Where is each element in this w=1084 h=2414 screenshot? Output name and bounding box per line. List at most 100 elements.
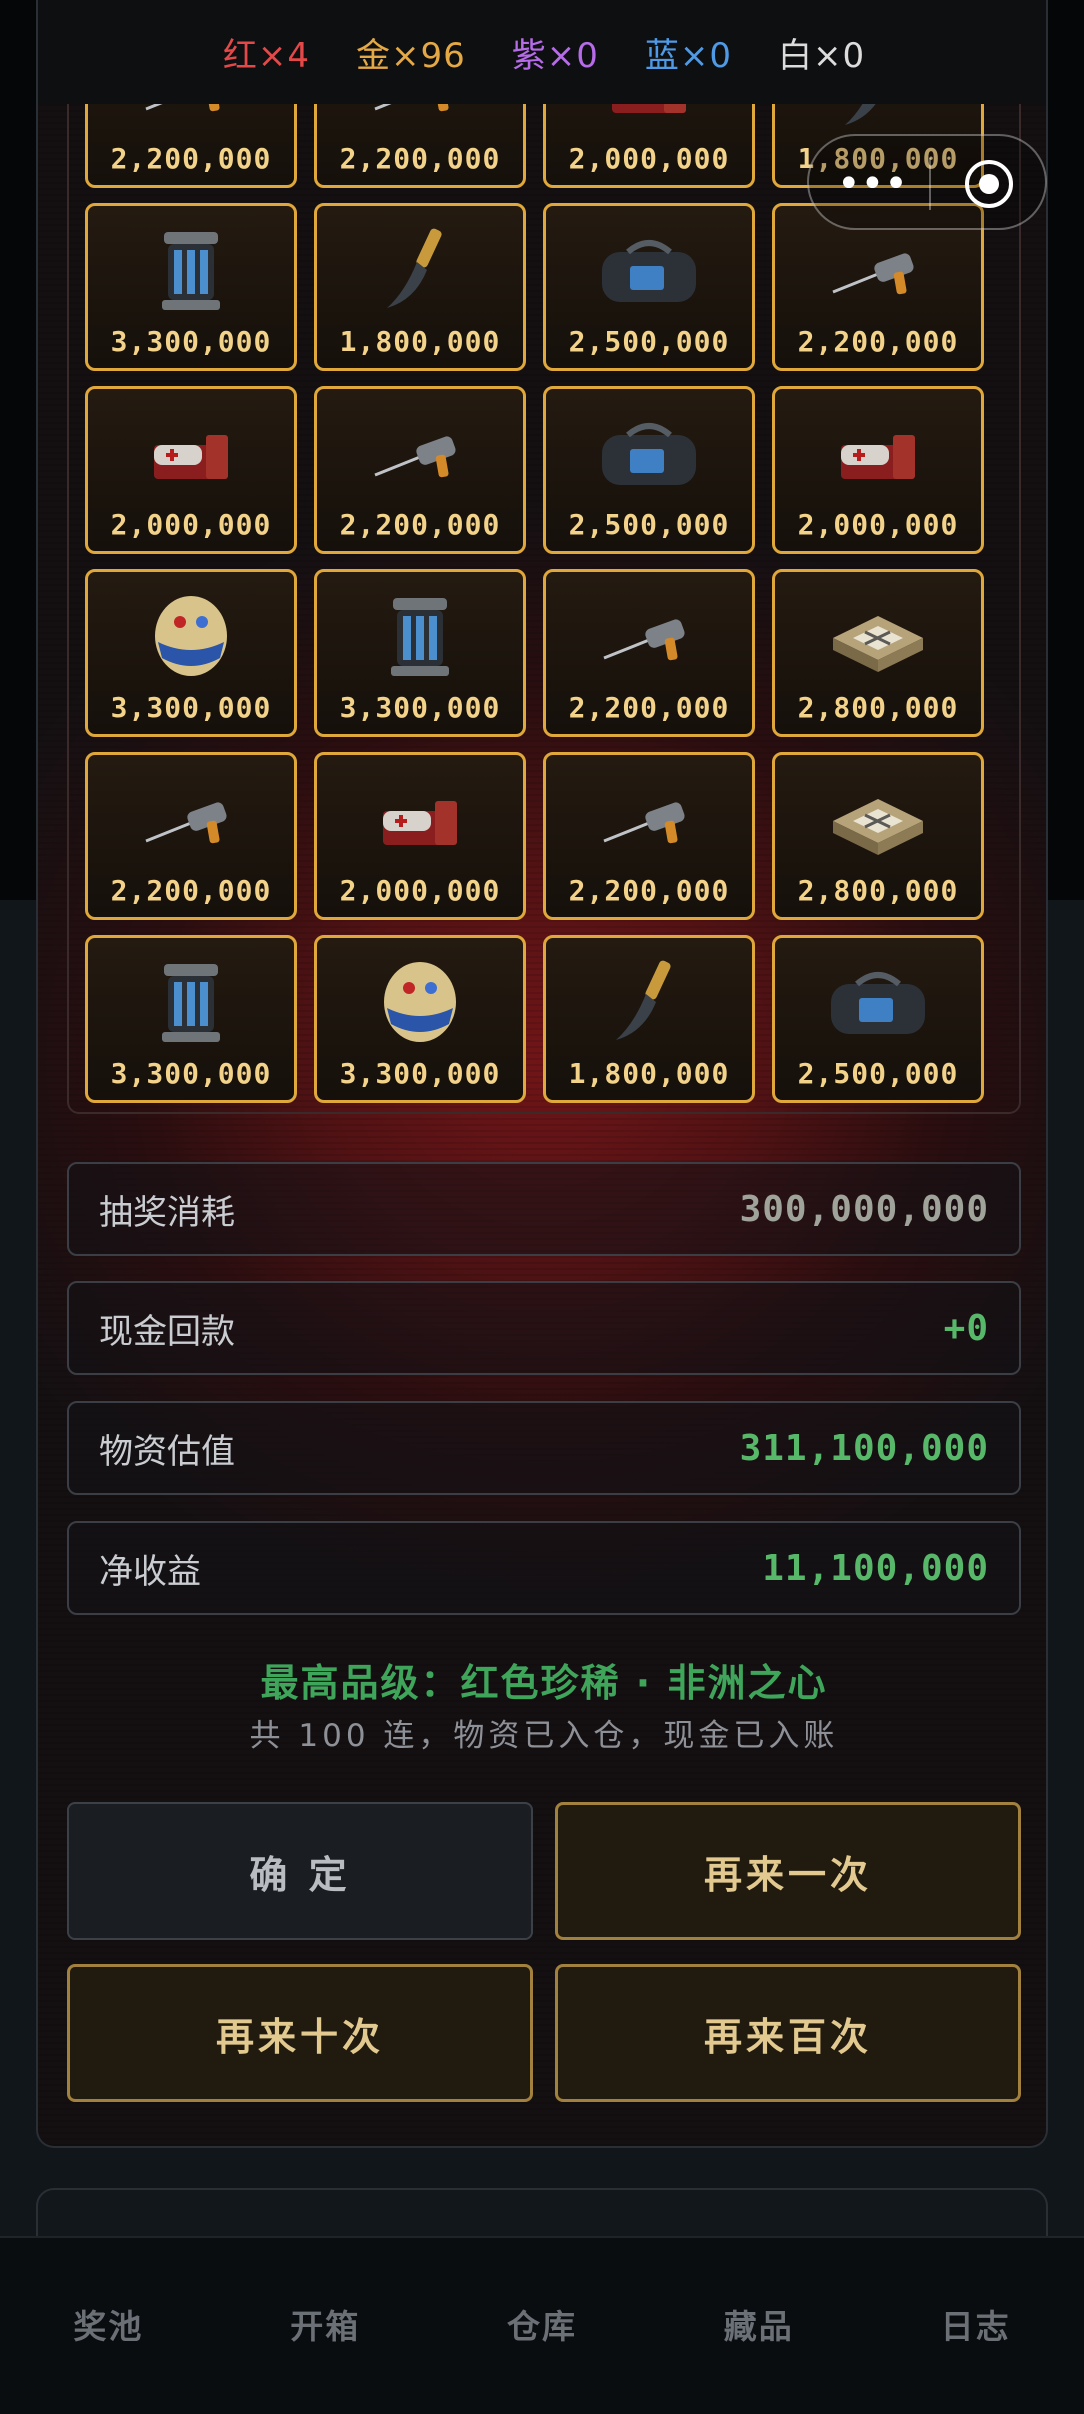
item-price: 1,800,000 <box>339 325 501 358</box>
drill-icon <box>136 104 246 135</box>
result-item-card[interactable]: 2,000,000 <box>314 752 526 920</box>
result-item-card[interactable]: 2,000,000 <box>772 386 984 554</box>
drill-icon <box>136 771 246 867</box>
result-item-card[interactable]: 2,500,000 <box>772 935 984 1103</box>
tab-open-box[interactable]: 开箱 <box>217 2238 434 2414</box>
item-price: 2,200,000 <box>797 325 959 358</box>
draw-again-hundred-button[interactable]: 再来百次 <box>555 1964 1021 2102</box>
duffel-bag-icon <box>594 405 704 501</box>
tab-log[interactable]: 日志 <box>867 2238 1084 2414</box>
drill-icon <box>594 588 704 684</box>
result-item-card[interactable]: 2,500,000 <box>543 203 755 371</box>
draw-again-ten-button[interactable]: 再来十次 <box>67 1964 533 2102</box>
tab-prize-pool[interactable]: 奖池 <box>0 2238 217 2414</box>
item-price: 2,200,000 <box>110 142 272 175</box>
result-item-card[interactable]: 2,000,000 <box>85 386 297 554</box>
duffel-bag-icon <box>823 954 933 1050</box>
knife-icon <box>365 222 475 318</box>
stat-cash-return: 现金回款 +0 <box>67 1281 1021 1375</box>
drill-icon <box>365 405 475 501</box>
stat-label: 物资估值 <box>99 1431 235 1472</box>
miniprogram-capsule: ••• <box>807 134 1047 230</box>
result-grid-container[interactable]: 2,200,000 2,200,000 2,000,000 1,800,000 3,30… <box>67 104 1021 1114</box>
jeweled-egg-icon <box>365 954 475 1050</box>
stat-item-value: 物资估值 311,100,000 <box>67 1401 1021 1495</box>
stat-value: 311,100,000 <box>739 1427 989 1469</box>
result-grid: 2,200,000 2,200,000 2,000,000 1,800,000 3,30… <box>85 104 985 1103</box>
chessboard-icon <box>823 771 933 867</box>
result-item-card[interactable]: 1,800,000 <box>314 203 526 371</box>
item-price: 3,300,000 <box>339 691 501 724</box>
item-price: 2,500,000 <box>568 325 730 358</box>
count-purple: 紫×0 <box>511 35 599 76</box>
rarity-counts: 红×4 金×96 紫×0 蓝×0 白×0 <box>38 0 1046 104</box>
item-price: 2,200,000 <box>568 874 730 907</box>
result-item-card[interactable]: 2,200,000 <box>543 752 755 920</box>
stat-value: 11,100,000 <box>762 1547 989 1589</box>
stat-label: 净收益 <box>99 1551 201 1592</box>
highest-grade-text: 最高品级：红色珍稀 · 非洲之心 <box>260 1661 828 1705</box>
result-item-card[interactable]: 3,300,000 <box>85 569 297 737</box>
item-price: 3,300,000 <box>339 1057 501 1090</box>
result-item-card[interactable]: 2,800,000 <box>772 752 984 920</box>
tab-warehouse[interactable]: 仓库 <box>434 2238 651 2414</box>
item-price: 3,300,000 <box>110 325 272 358</box>
result-item-card[interactable]: 2,200,000 <box>314 386 526 554</box>
confirm-button[interactable]: 确 定 <box>67 1802 533 1940</box>
medkit-icon <box>365 771 475 867</box>
result-item-card[interactable]: 3,300,000 <box>85 203 297 371</box>
draw-summary-note: 共 100 连，物资已入仓，现金已入账 <box>249 1718 839 1754</box>
item-price: 2,200,000 <box>339 508 501 541</box>
count-red: 红×4 <box>222 35 310 76</box>
draw-again-once-button[interactable]: 再来一次 <box>555 1802 1021 1940</box>
knife-icon <box>594 954 704 1050</box>
result-item-card[interactable]: 2,200,000 <box>85 104 297 188</box>
count-white: 白×0 <box>778 35 866 76</box>
bottom-tab-bar: 奖池 开箱 仓库 藏品 日志 <box>0 2236 1084 2414</box>
stat-label: 抽奖消耗 <box>99 1192 235 1233</box>
result-item-card[interactable]: 1,800,000 <box>543 935 755 1103</box>
reactor-icon <box>365 588 475 684</box>
medkit-icon <box>594 104 704 135</box>
stat-value: 300,000,000 <box>739 1188 989 1230</box>
drill-icon <box>823 222 933 318</box>
result-item-card[interactable]: 3,300,000 <box>314 569 526 737</box>
item-price: 1,800,000 <box>568 1057 730 1090</box>
chessboard-icon <box>823 588 933 684</box>
item-price: 2,200,000 <box>568 691 730 724</box>
stat-net-profit: 净收益 11,100,000 <box>67 1521 1021 1615</box>
result-item-card[interactable]: 2,000,000 <box>543 104 755 188</box>
count-gold: 金×96 <box>355 35 466 76</box>
tab-collection[interactable]: 藏品 <box>650 2238 867 2414</box>
item-price: 2,000,000 <box>797 508 959 541</box>
close-target-icon[interactable] <box>963 158 1015 210</box>
item-price: 2,500,000 <box>797 1057 959 1090</box>
count-blue: 蓝×0 <box>644 35 732 76</box>
medkit-icon <box>136 405 246 501</box>
result-item-card[interactable]: 2,200,000 <box>314 104 526 188</box>
result-item-card[interactable]: 3,300,000 <box>314 935 526 1103</box>
item-price: 3,300,000 <box>110 691 272 724</box>
drill-icon <box>365 104 475 135</box>
jeweled-egg-icon <box>136 588 246 684</box>
item-price: 2,000,000 <box>568 142 730 175</box>
result-item-card[interactable]: 2,800,000 <box>772 569 984 737</box>
item-price: 2,200,000 <box>110 874 272 907</box>
capsule-divider <box>929 158 931 210</box>
result-item-card[interactable]: 2,200,000 <box>85 752 297 920</box>
reactor-icon <box>136 222 246 318</box>
result-item-card[interactable]: 3,300,000 <box>85 935 297 1103</box>
stat-label: 现金回款 <box>99 1311 235 1352</box>
duffel-bag-icon <box>594 222 704 318</box>
stat-cost: 抽奖消耗 300,000,000 <box>67 1162 1021 1256</box>
draw-result-modal: 红×4 金×96 紫×0 蓝×0 白×0 2,200,000 2,200,000 2… <box>36 0 1048 2148</box>
result-item-card[interactable]: 2,500,000 <box>543 386 755 554</box>
item-price: 3,300,000 <box>110 1057 272 1090</box>
item-price: 2,500,000 <box>568 508 730 541</box>
item-price: 2,800,000 <box>797 691 959 724</box>
medkit-icon <box>823 405 933 501</box>
result-item-card[interactable]: 2,200,000 <box>543 569 755 737</box>
item-price: 2,000,000 <box>110 508 272 541</box>
item-price: 2,200,000 <box>339 142 501 175</box>
knife-icon <box>823 104 933 135</box>
